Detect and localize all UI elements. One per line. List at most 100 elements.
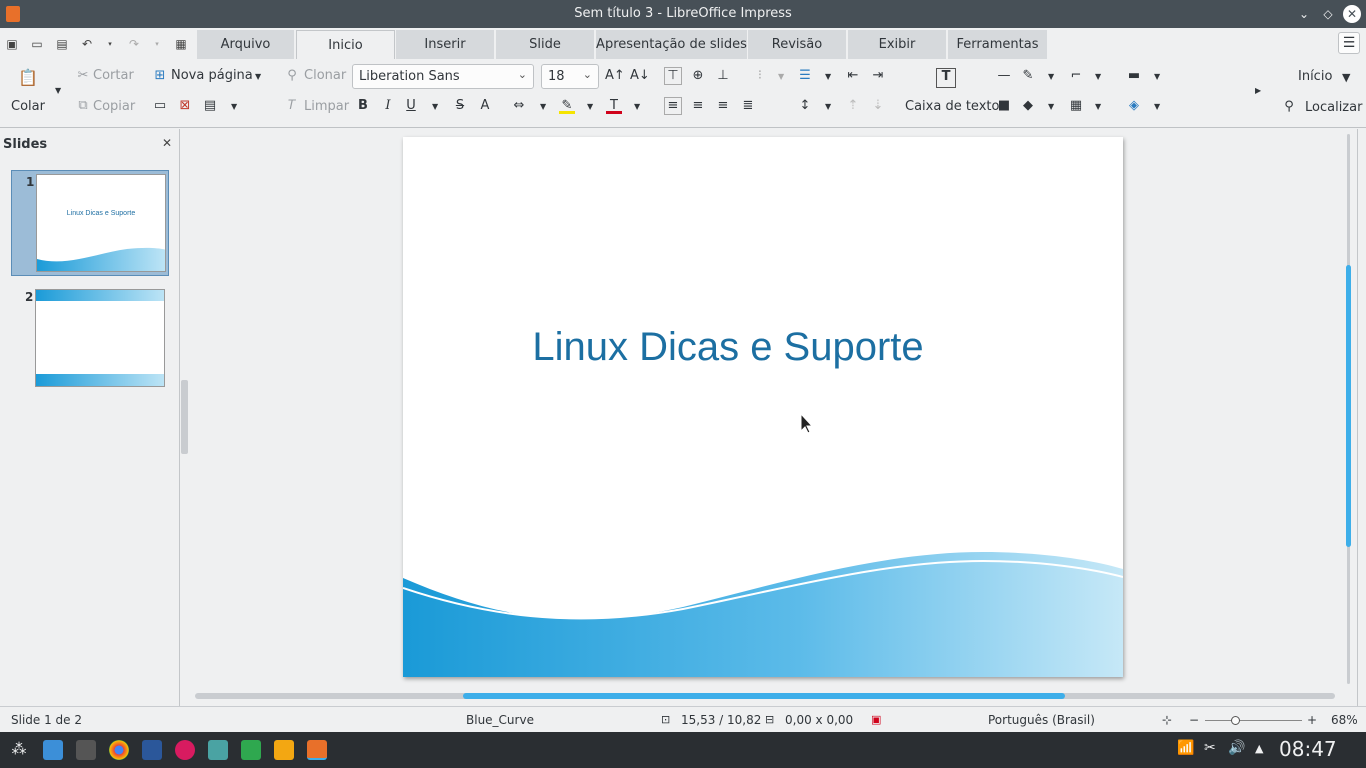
cut-button[interactable]: Cortar <box>93 68 134 83</box>
underline-icon[interactable]: U <box>403 98 419 114</box>
menu-icon[interactable]: ☰ <box>1338 32 1360 54</box>
close-panel-icon[interactable]: ✕ <box>162 136 172 150</box>
align-bottom-icon[interactable]: ⊥ <box>715 68 731 84</box>
screenshot-tool-icon[interactable] <box>208 740 228 760</box>
slide-layout-icon[interactable]: ▤ <box>202 98 218 114</box>
slide-thumbnail-1[interactable]: 1 Linux Dicas e Suporte <box>11 170 169 276</box>
numbered-list-icon[interactable]: ☰ <box>797 68 813 84</box>
line-style-icon[interactable]: ▬ <box>1126 68 1142 84</box>
tab-exibir[interactable]: Exibir <box>848 30 947 59</box>
numbered-dropdown-icon[interactable]: ▼ <box>825 72 831 81</box>
open-folder-icon[interactable]: ▭ <box>30 37 44 51</box>
zoom-slider-handle[interactable] <box>1231 716 1240 725</box>
shadow-icon[interactable]: A <box>477 98 493 114</box>
font-color-dropdown-icon[interactable]: ▼ <box>634 102 640 111</box>
shapes-dropdown-icon[interactable]: ▼ <box>1048 102 1054 111</box>
bold-icon[interactable]: B <box>355 98 371 114</box>
duplicate-slide-icon[interactable]: ▭ <box>152 98 168 114</box>
kde-connect-icon[interactable]: ✂ <box>1204 740 1216 756</box>
new-page-dropdown-icon[interactable]: ▼ <box>255 72 261 81</box>
file-manager-icon[interactable] <box>43 740 63 760</box>
sidebar-splitter-handle[interactable] <box>181 380 188 454</box>
highlight-dropdown-icon[interactable]: ▼ <box>587 102 593 111</box>
redo-icon[interactable]: ↷ <box>127 37 141 51</box>
close-icon[interactable]: ✕ <box>1343 5 1361 23</box>
align-right-icon[interactable]: ≡ <box>715 98 731 114</box>
new-document-icon[interactable]: ▣ <box>5 37 19 51</box>
toolbar-overflow-icon[interactable]: ▶ <box>1255 86 1261 95</box>
clock[interactable]: 08:47 <box>1279 737 1337 761</box>
line-spacing-icon[interactable]: ↕ <box>797 98 813 114</box>
home-dropdown-icon[interactable]: ▼ <box>1342 71 1350 84</box>
decrease-indent-icon[interactable]: ⇤ <box>845 68 861 84</box>
font-size-combo[interactable]: 18 ⌄ <box>541 64 599 89</box>
justify-icon[interactable]: ≣ <box>740 98 756 114</box>
increase-indent-icon[interactable]: ⇥ <box>870 68 886 84</box>
spacing-dropdown-icon[interactable]: ▼ <box>540 102 546 111</box>
undo-icon[interactable]: ↶ <box>80 37 94 51</box>
clone-button[interactable]: Clonar <box>304 68 346 83</box>
right-sidebar-collapsed[interactable] <box>1357 129 1366 706</box>
line-spacing-dropdown-icon[interactable]: ▼ <box>825 102 831 111</box>
start-presentation-icon[interactable]: ▦ <box>174 37 188 51</box>
master-slide-name[interactable]: Blue_Curve <box>466 713 534 727</box>
curve-icon[interactable]: ✎ <box>1020 68 1036 84</box>
textbox-button[interactable]: Caixa de texto <box>905 99 999 114</box>
curve-dropdown-icon[interactable]: ▼ <box>1048 72 1054 81</box>
redo-dropdown-icon[interactable]: ▾ <box>150 37 164 51</box>
connector-dropdown-icon[interactable]: ▼ <box>1095 72 1101 81</box>
grow-font-icon[interactable]: A↑ <box>605 68 625 84</box>
tab-revisao[interactable]: Revisão <box>748 30 847 59</box>
delete-slide-icon[interactable]: ⊠ <box>177 98 193 114</box>
wifi-icon[interactable]: 📶 <box>1177 740 1194 756</box>
align-top-icon[interactable]: ⊤ <box>664 67 682 85</box>
terminal-icon[interactable] <box>76 740 96 760</box>
impress-taskbar-icon[interactable] <box>307 740 327 760</box>
impress-alt-icon[interactable] <box>274 740 294 760</box>
media-app-icon[interactable] <box>175 740 195 760</box>
highlight-color-icon[interactable]: ✎ <box>559 98 575 114</box>
character-spacing-icon[interactable]: ⇔ <box>511 98 527 114</box>
vertical-scrollbar[interactable] <box>1346 265 1351 547</box>
tab-inicio[interactable]: Inicio <box>296 30 395 59</box>
clear-button[interactable]: Limpar <box>304 99 349 114</box>
zoom-out-icon[interactable]: − <box>1189 713 1199 727</box>
underline-dropdown-icon[interactable]: ▼ <box>432 102 438 111</box>
slide-layout-dropdown-icon[interactable]: ▼ <box>231 102 237 111</box>
volume-icon[interactable]: 🔊 <box>1228 740 1245 756</box>
find-button[interactable]: Localizar <box>1305 100 1362 115</box>
fill-dropdown-icon[interactable]: ▼ <box>1154 102 1160 111</box>
undo-dropdown-icon[interactable]: ▾ <box>103 37 117 51</box>
app-launcher-icon[interactable]: ⁂ <box>9 740 29 760</box>
tray-expand-icon[interactable]: ▲ <box>1255 742 1263 755</box>
connector-icon[interactable]: ⌐ <box>1068 68 1084 84</box>
language-status[interactable]: Português (Brasil) <box>988 713 1095 727</box>
paste-icon[interactable]: 📋 <box>18 70 38 86</box>
new-page-button[interactable]: Nova página <box>171 68 253 83</box>
chevron-down-icon[interactable]: ⌄ <box>583 68 592 81</box>
italic-icon[interactable]: I <box>380 98 396 114</box>
horizontal-scrollbar[interactable] <box>463 693 1065 699</box>
font-color-icon[interactable]: T <box>606 98 622 114</box>
shrink-font-icon[interactable]: A↓ <box>630 68 650 84</box>
tab-inserir[interactable]: Inserir <box>396 30 495 59</box>
diamond-icon[interactable]: ◆ <box>1020 98 1036 114</box>
document-modified-icon[interactable]: ▣ <box>871 713 881 726</box>
chevron-down-icon[interactable]: ⌄ <box>518 68 527 81</box>
tab-ferramentas[interactable]: Ferramentas <box>948 30 1048 59</box>
line-style-dropdown-icon[interactable]: ▼ <box>1154 72 1160 81</box>
chrome-browser-icon[interactable] <box>109 740 129 760</box>
calc-icon[interactable] <box>241 740 261 760</box>
slide-canvas[interactable]: Linux Dicas e Suporte <box>403 137 1123 677</box>
tab-arquivo[interactable]: Arquivo <box>197 30 295 59</box>
slide-thumbnail-2[interactable]: 2 <box>11 287 169 393</box>
minimize-icon[interactable]: ⌄ <box>1295 5 1313 23</box>
zoom-in-icon[interactable]: + <box>1307 713 1317 727</box>
maximize-icon[interactable]: ◇ <box>1319 5 1337 23</box>
fit-slide-icon[interactable]: ⊹ <box>1162 713 1172 727</box>
font-name-combo[interactable]: Liberation Sans ⌄ <box>352 64 534 89</box>
tab-apresentacao[interactable]: Apresentação de slides <box>596 30 748 59</box>
strikethrough-icon[interactable]: S <box>452 98 468 114</box>
home-button[interactable]: Início <box>1298 69 1332 84</box>
align-middle-icon[interactable]: ⊕ <box>690 68 706 84</box>
